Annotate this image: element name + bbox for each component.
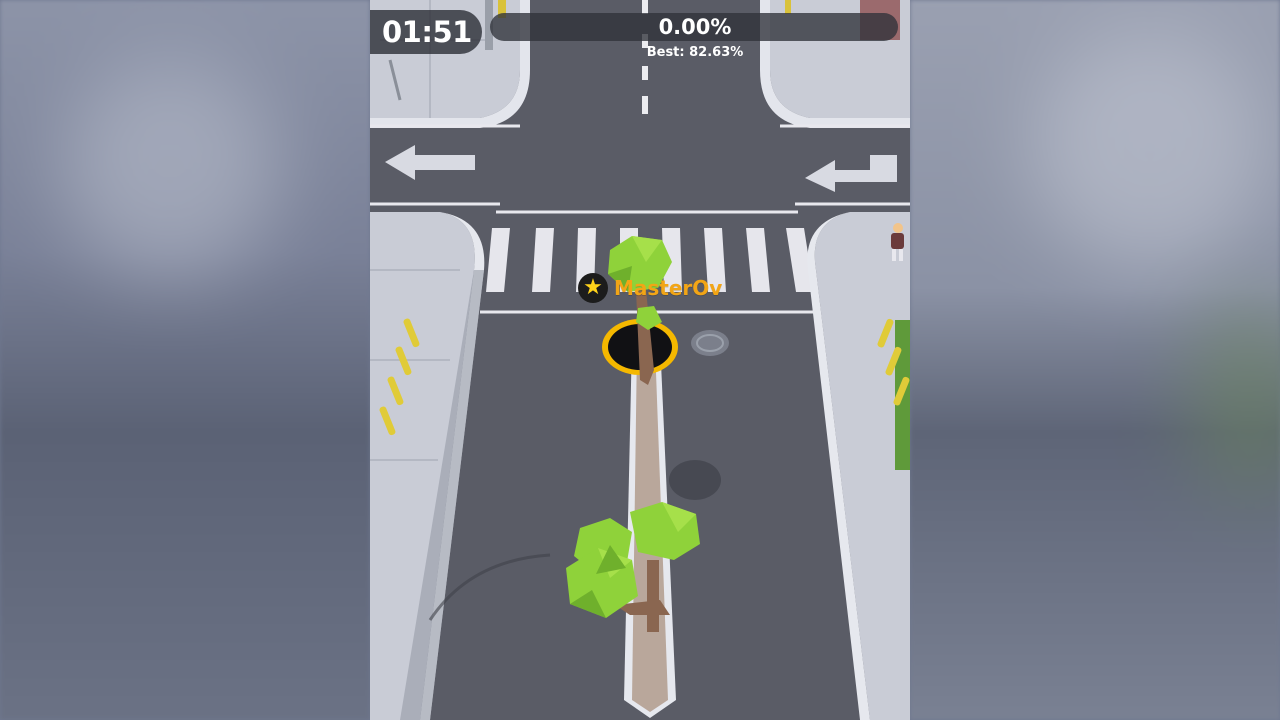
right-green-glow bbox=[1190, 300, 1280, 500]
best-score-text: Best: 82.63% bbox=[646, 45, 744, 60]
right-blurred-background bbox=[910, 0, 1280, 720]
city-scene bbox=[370, 0, 910, 720]
star-icon: ★ bbox=[578, 273, 608, 303]
left-blurred-background bbox=[0, 0, 370, 720]
progress-percent-text: 0.00% bbox=[658, 15, 732, 39]
game-viewport[interactable]: 01:51 0.00% Best: 82.63% ★ MasterOv bbox=[370, 0, 910, 720]
timer-pill: 01:51 bbox=[370, 10, 482, 54]
right-glow bbox=[1030, 30, 1270, 270]
player-label: ★ MasterOv bbox=[578, 272, 722, 304]
left-glow bbox=[60, 60, 280, 280]
timer-text: 01:51 bbox=[382, 15, 472, 49]
player-name: MasterOv bbox=[614, 276, 723, 300]
